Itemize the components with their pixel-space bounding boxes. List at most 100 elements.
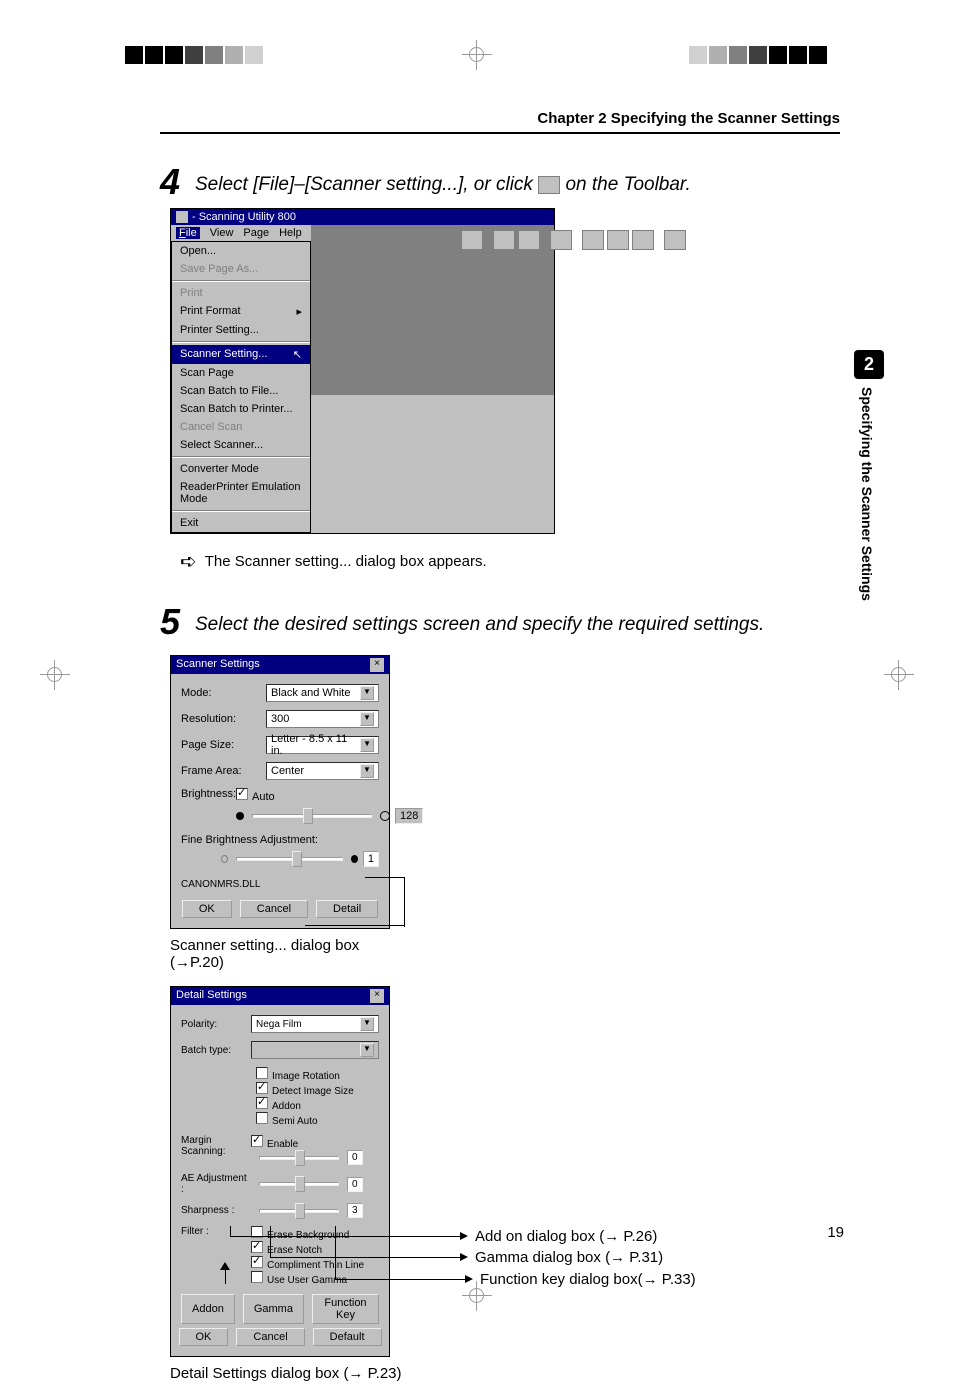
registration-marks-top (0, 40, 954, 70)
menu-printer-setting[interactable]: Printer Setting... (172, 321, 310, 339)
callout-arrow-icon (460, 1232, 468, 1240)
crosshair-right (884, 660, 914, 690)
file-menu-dropdown: Open... Save Page As... Print Print Form… (171, 241, 311, 533)
menu-scan-batch-file[interactable]: Scan Batch to File... (172, 382, 310, 400)
menu-reader-printer[interactable]: ReaderPrinter Emulation Mode (172, 478, 310, 508)
screenshot-app-window: - Scanning Utility 800 File View Page He… (170, 208, 840, 534)
result-4-text: The Scanner setting... dialog box appear… (205, 553, 487, 570)
frame-area-dropdown[interactable]: Center▼ (266, 762, 379, 780)
toolbar-btn-5[interactable] (582, 230, 604, 250)
cancel-button-2[interactable]: Cancel (236, 1328, 304, 1346)
chapter-header: Chapter 2 Specifying the Scanner Setting… (160, 110, 840, 134)
app-menubar: File View Page Help (171, 225, 311, 241)
app-icon (176, 211, 188, 223)
toolbar-btn-1[interactable] (461, 230, 483, 250)
side-tab: 2 Specifying the Scanner Settings (854, 350, 884, 601)
ok-button-2[interactable]: OK (179, 1328, 229, 1346)
ok-button[interactable]: OK (182, 900, 232, 918)
toolbar-btn-scanner[interactable] (550, 230, 572, 250)
step-4: 4 Select [File]–[Scanner setting...], or… (160, 164, 840, 200)
mode-label: Mode: (181, 687, 266, 699)
menu-print-format[interactable]: Print Format▸ (172, 302, 310, 321)
crosshair-top (462, 40, 492, 70)
toolbar (461, 230, 686, 250)
brightness-slider[interactable] (252, 814, 372, 818)
toolbar-btn-3[interactable] (518, 230, 540, 250)
cancel-button[interactable]: Cancel (240, 900, 308, 918)
result-4: ➪ The Scanner setting... dialog box appe… (180, 549, 840, 574)
callout-addon-line (230, 1236, 460, 1237)
menu-help[interactable]: Help (279, 227, 302, 239)
margin-label: Margin Scanning: (181, 1135, 251, 1157)
connector-line-2 (305, 925, 405, 926)
menu-page[interactable]: Page (243, 227, 269, 239)
default-button[interactable]: Default (313, 1328, 382, 1346)
semi-auto-checkbox[interactable] (256, 1112, 268, 1124)
batch-dropdown[interactable]: ▼ (251, 1041, 379, 1059)
reg-marks-left (0, 46, 265, 64)
gamma-button[interactable]: Gamma (243, 1294, 304, 1324)
menu-select-scanner[interactable]: Select Scanner... (172, 436, 310, 454)
callout-arrow-icon-2 (460, 1253, 468, 1261)
polarity-dropdown[interactable]: Nega Film▼ (251, 1015, 379, 1033)
margin-slider[interactable] (259, 1156, 339, 1160)
close-icon[interactable]: × (370, 658, 384, 672)
compliment-checkbox[interactable] (251, 1256, 263, 1268)
scanner-caption: Scanner setting... dialog box (→P.20) (170, 937, 840, 971)
resolution-label: Resolution: (181, 713, 266, 725)
detail-dialog-title: Detail Settings × (171, 987, 389, 1005)
fine-brightness-label: Fine Brightness Adjustment: (181, 834, 379, 846)
function-key-button[interactable]: Function Key (312, 1294, 379, 1324)
close-icon-2[interactable]: × (370, 989, 384, 1003)
mode-dropdown[interactable]: Black and White▼ (266, 684, 379, 702)
ae-slider[interactable] (259, 1182, 339, 1186)
menu-open[interactable]: Open... (172, 242, 310, 260)
auto-checkbox[interactable] (236, 788, 248, 800)
menu-scan-page[interactable]: Scan Page (172, 364, 310, 382)
menu-converter[interactable]: Converter Mode (172, 460, 310, 478)
addon-button[interactable]: Addon (181, 1294, 235, 1324)
menu-save-as: Save Page As... (172, 260, 310, 278)
page-size-label: Page Size: (181, 739, 266, 751)
detail-caption: Detail Settings dialog box (→ P.23) (170, 1365, 840, 1382)
step-4-number: 4 (160, 164, 195, 200)
app-titlebar: - Scanning Utility 800 (171, 209, 554, 225)
tab-text: Specifying the Scanner Settings (854, 387, 875, 601)
frame-area-label: Frame Area: (181, 765, 266, 777)
sharpness-slider[interactable] (259, 1209, 339, 1213)
app-main-area (311, 225, 554, 395)
menu-cancel-scan: Cancel Scan (172, 418, 310, 436)
result-arrow-icon: ➪ (180, 549, 197, 574)
fine-brightness-slider[interactable] (236, 857, 342, 861)
scanner-dialog-title: Scanner Settings × (171, 656, 389, 674)
addon-checkbox[interactable] (256, 1097, 268, 1109)
sharpness-label: Sharpness : (181, 1205, 251, 1216)
menu-scan-batch-printer[interactable]: Scan Batch to Printer... (172, 400, 310, 418)
tab-number: 2 (854, 350, 884, 379)
user-gamma-checkbox[interactable] (251, 1271, 263, 1283)
menu-scanner-setting[interactable]: Scanner Setting...↖ (172, 345, 310, 364)
polarity-label: Polarity: (181, 1019, 251, 1030)
erase-notch-checkbox[interactable] (251, 1241, 263, 1253)
toolbar-btn-help[interactable] (664, 230, 686, 250)
dll-label: CANONMRS.DLL (181, 879, 379, 890)
enable-checkbox[interactable] (251, 1135, 263, 1147)
toolbar-btn-6[interactable] (607, 230, 629, 250)
batch-label: Batch type: (181, 1045, 251, 1056)
connector-line (365, 877, 405, 927)
scanner-icon (538, 176, 560, 194)
menu-exit[interactable]: Exit (172, 514, 310, 532)
resolution-dropdown[interactable]: 300▼ (266, 710, 379, 728)
page-size-dropdown[interactable]: Letter - 8.5 x 11 in.▼ (266, 736, 379, 754)
detect-size-checkbox[interactable] (256, 1082, 268, 1094)
step-5-text: Select the desired settings screen and s… (195, 604, 840, 636)
toolbar-btn-7[interactable] (632, 230, 654, 250)
menu-view[interactable]: View (210, 227, 234, 239)
callout-addon: Add on dialog box (→ P.26) (475, 1228, 657, 1245)
step-4-text: Select [File]–[Scanner setting...], or c… (195, 164, 840, 196)
toolbar-btn-2[interactable] (493, 230, 515, 250)
menu-file[interactable]: File (176, 227, 200, 239)
image-rotation-checkbox[interactable] (256, 1067, 268, 1079)
callout-arrow-icon-3 (465, 1275, 473, 1283)
brightness-label: Brightness: (181, 788, 236, 800)
